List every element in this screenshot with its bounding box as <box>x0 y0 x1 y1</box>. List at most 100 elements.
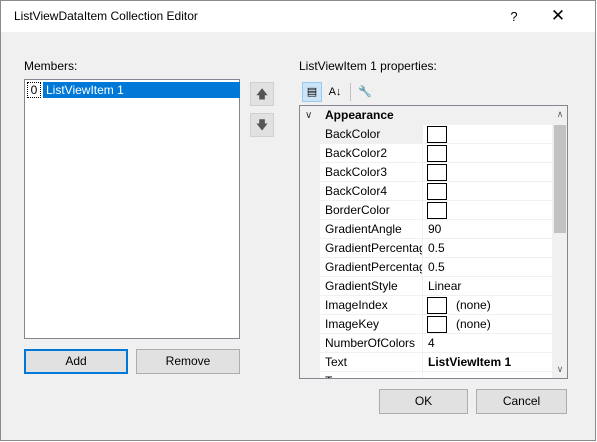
title-bar: ListViewDataItem Collection Editor ? ✕ <box>1 1 595 32</box>
row-gutter <box>300 182 320 201</box>
color-swatch <box>427 297 447 314</box>
members-label: Members: <box>24 59 78 73</box>
row-gutter <box>300 353 320 372</box>
row-gutter <box>300 220 320 239</box>
property-value[interactable]: ListViewItem 1 <box>424 353 552 372</box>
member-index: 0 <box>27 82 41 98</box>
row-gutter <box>300 163 320 182</box>
help-button[interactable]: ? <box>497 1 531 32</box>
property-name[interactable]: BorderColor <box>320 201 423 220</box>
property-name[interactable]: GradientPercentag <box>320 239 423 258</box>
scroll-down-icon[interactable]: ∨ <box>552 361 567 378</box>
color-swatch <box>427 145 447 162</box>
row-gutter <box>300 334 320 353</box>
ok-button[interactable]: OK <box>379 389 468 414</box>
property-value[interactable] <box>424 125 552 144</box>
color-swatch <box>427 316 447 333</box>
property-name[interactable]: NumberOfColors <box>320 334 423 353</box>
scroll-thumb[interactable] <box>554 125 566 233</box>
property-value-text: (none) <box>456 317 491 331</box>
scroll-up-icon[interactable]: ∧ <box>552 106 567 123</box>
arrow-up-icon: 🡅 <box>255 87 269 101</box>
vertical-scrollbar[interactable]: ∧ ∨ <box>552 106 567 378</box>
row-gutter <box>300 144 320 163</box>
property-name[interactable]: BackColor3 <box>320 163 423 182</box>
move-up-button[interactable]: 🡅 <box>250 82 274 106</box>
property-rows: ∨ Appearance BackColor BackColor2 BackColo… <box>300 106 552 378</box>
row-gutter <box>300 315 320 334</box>
property-name[interactable]: GradientStyle <box>320 277 423 296</box>
property-value[interactable]: (none) <box>424 315 552 334</box>
sort-alphabetical-icon: A↓ <box>328 86 342 98</box>
property-value[interactable]: 4 <box>424 334 552 353</box>
property-row[interactable]: T <box>300 372 552 378</box>
move-down-button[interactable]: 🡇 <box>250 113 274 137</box>
property-row[interactable]: GradientPercentag 0.5 <box>300 258 552 277</box>
property-row[interactable]: ImageKey (none) <box>300 315 552 334</box>
row-gutter <box>300 296 320 315</box>
color-swatch <box>427 183 447 200</box>
property-row[interactable]: GradientAngle 90 <box>300 220 552 239</box>
property-value[interactable] <box>424 144 552 163</box>
toolbar-separator <box>350 83 351 101</box>
property-value[interactable]: Linear <box>424 277 552 296</box>
cancel-button[interactable]: Cancel <box>476 389 567 414</box>
color-swatch <box>427 202 447 219</box>
property-value[interactable]: 0.5 <box>424 239 552 258</box>
alphabetical-button[interactable]: A↓ <box>325 82 345 102</box>
property-value[interactable] <box>424 201 552 220</box>
close-button[interactable]: ✕ <box>541 1 575 32</box>
property-name[interactable]: GradientAngle <box>320 220 423 239</box>
property-row[interactable]: GradientStyle Linear <box>300 277 552 296</box>
property-list: BackColor BackColor2 BackColor3 BackColor4 B… <box>300 125 552 378</box>
category-row[interactable]: ∨ Appearance <box>300 106 552 125</box>
remove-button[interactable]: Remove <box>136 349 240 374</box>
property-name[interactable]: ImageIndex <box>320 296 423 315</box>
property-row[interactable]: BackColor2 <box>300 144 552 163</box>
property-row[interactable]: NumberOfColors 4 <box>300 334 552 353</box>
wrench-icon: 🔧 <box>358 86 372 98</box>
property-row[interactable]: Text ListViewItem 1 <box>300 353 552 372</box>
list-item[interactable]: 0 ListViewItem 1 <box>26 81 240 99</box>
property-row[interactable]: GradientPercentag 0.5 <box>300 239 552 258</box>
property-name[interactable]: BackColor <box>320 125 423 144</box>
property-row[interactable]: BorderColor <box>300 201 552 220</box>
property-value[interactable]: 90 <box>424 220 552 239</box>
row-gutter <box>300 125 320 144</box>
property-pages-button: 🔧 <box>355 82 375 102</box>
property-row[interactable]: BackColor3 <box>300 163 552 182</box>
property-value[interactable] <box>424 163 552 182</box>
window-title: ListViewDataItem Collection Editor <box>14 9 198 23</box>
property-value[interactable]: 0.5 <box>424 258 552 277</box>
color-swatch <box>427 126 447 143</box>
add-button[interactable]: Add <box>24 349 128 374</box>
row-gutter <box>300 239 320 258</box>
property-name[interactable]: Text <box>320 353 423 372</box>
property-name[interactable]: T <box>320 372 423 378</box>
member-name[interactable]: ListViewItem 1 <box>43 82 240 98</box>
property-row[interactable]: ImageIndex (none) <box>300 296 552 315</box>
property-name[interactable]: GradientPercentag <box>320 258 423 277</box>
arrow-down-icon: 🡇 <box>255 118 269 132</box>
property-name[interactable]: BackColor2 <box>320 144 423 163</box>
property-name[interactable]: BackColor4 <box>320 182 423 201</box>
properties-label: ListViewItem 1 properties: <box>299 59 437 73</box>
property-value[interactable] <box>424 182 552 201</box>
categorized-button[interactable]: ▤ <box>302 82 322 102</box>
collection-editor-dialog: ListViewDataItem Collection Editor ? ✕ M… <box>0 0 596 441</box>
members-list[interactable]: 0 ListViewItem 1 <box>24 79 240 339</box>
property-value[interactable]: (none) <box>424 296 552 315</box>
property-name[interactable]: ImageKey <box>320 315 423 334</box>
collapse-icon[interactable]: ∨ <box>305 106 315 125</box>
property-value-text: (none) <box>456 298 491 312</box>
row-gutter <box>300 372 320 378</box>
categorized-icon: ▤ <box>306 86 318 98</box>
property-row[interactable]: BackColor <box>300 125 552 144</box>
row-gutter <box>300 201 320 220</box>
property-row[interactable]: BackColor4 <box>300 182 552 201</box>
row-gutter <box>300 277 320 296</box>
row-gutter <box>300 258 320 277</box>
color-swatch <box>427 164 447 181</box>
property-grid[interactable]: ∨ Appearance BackColor BackColor2 BackColo… <box>299 105 568 379</box>
property-value[interactable] <box>424 372 552 378</box>
